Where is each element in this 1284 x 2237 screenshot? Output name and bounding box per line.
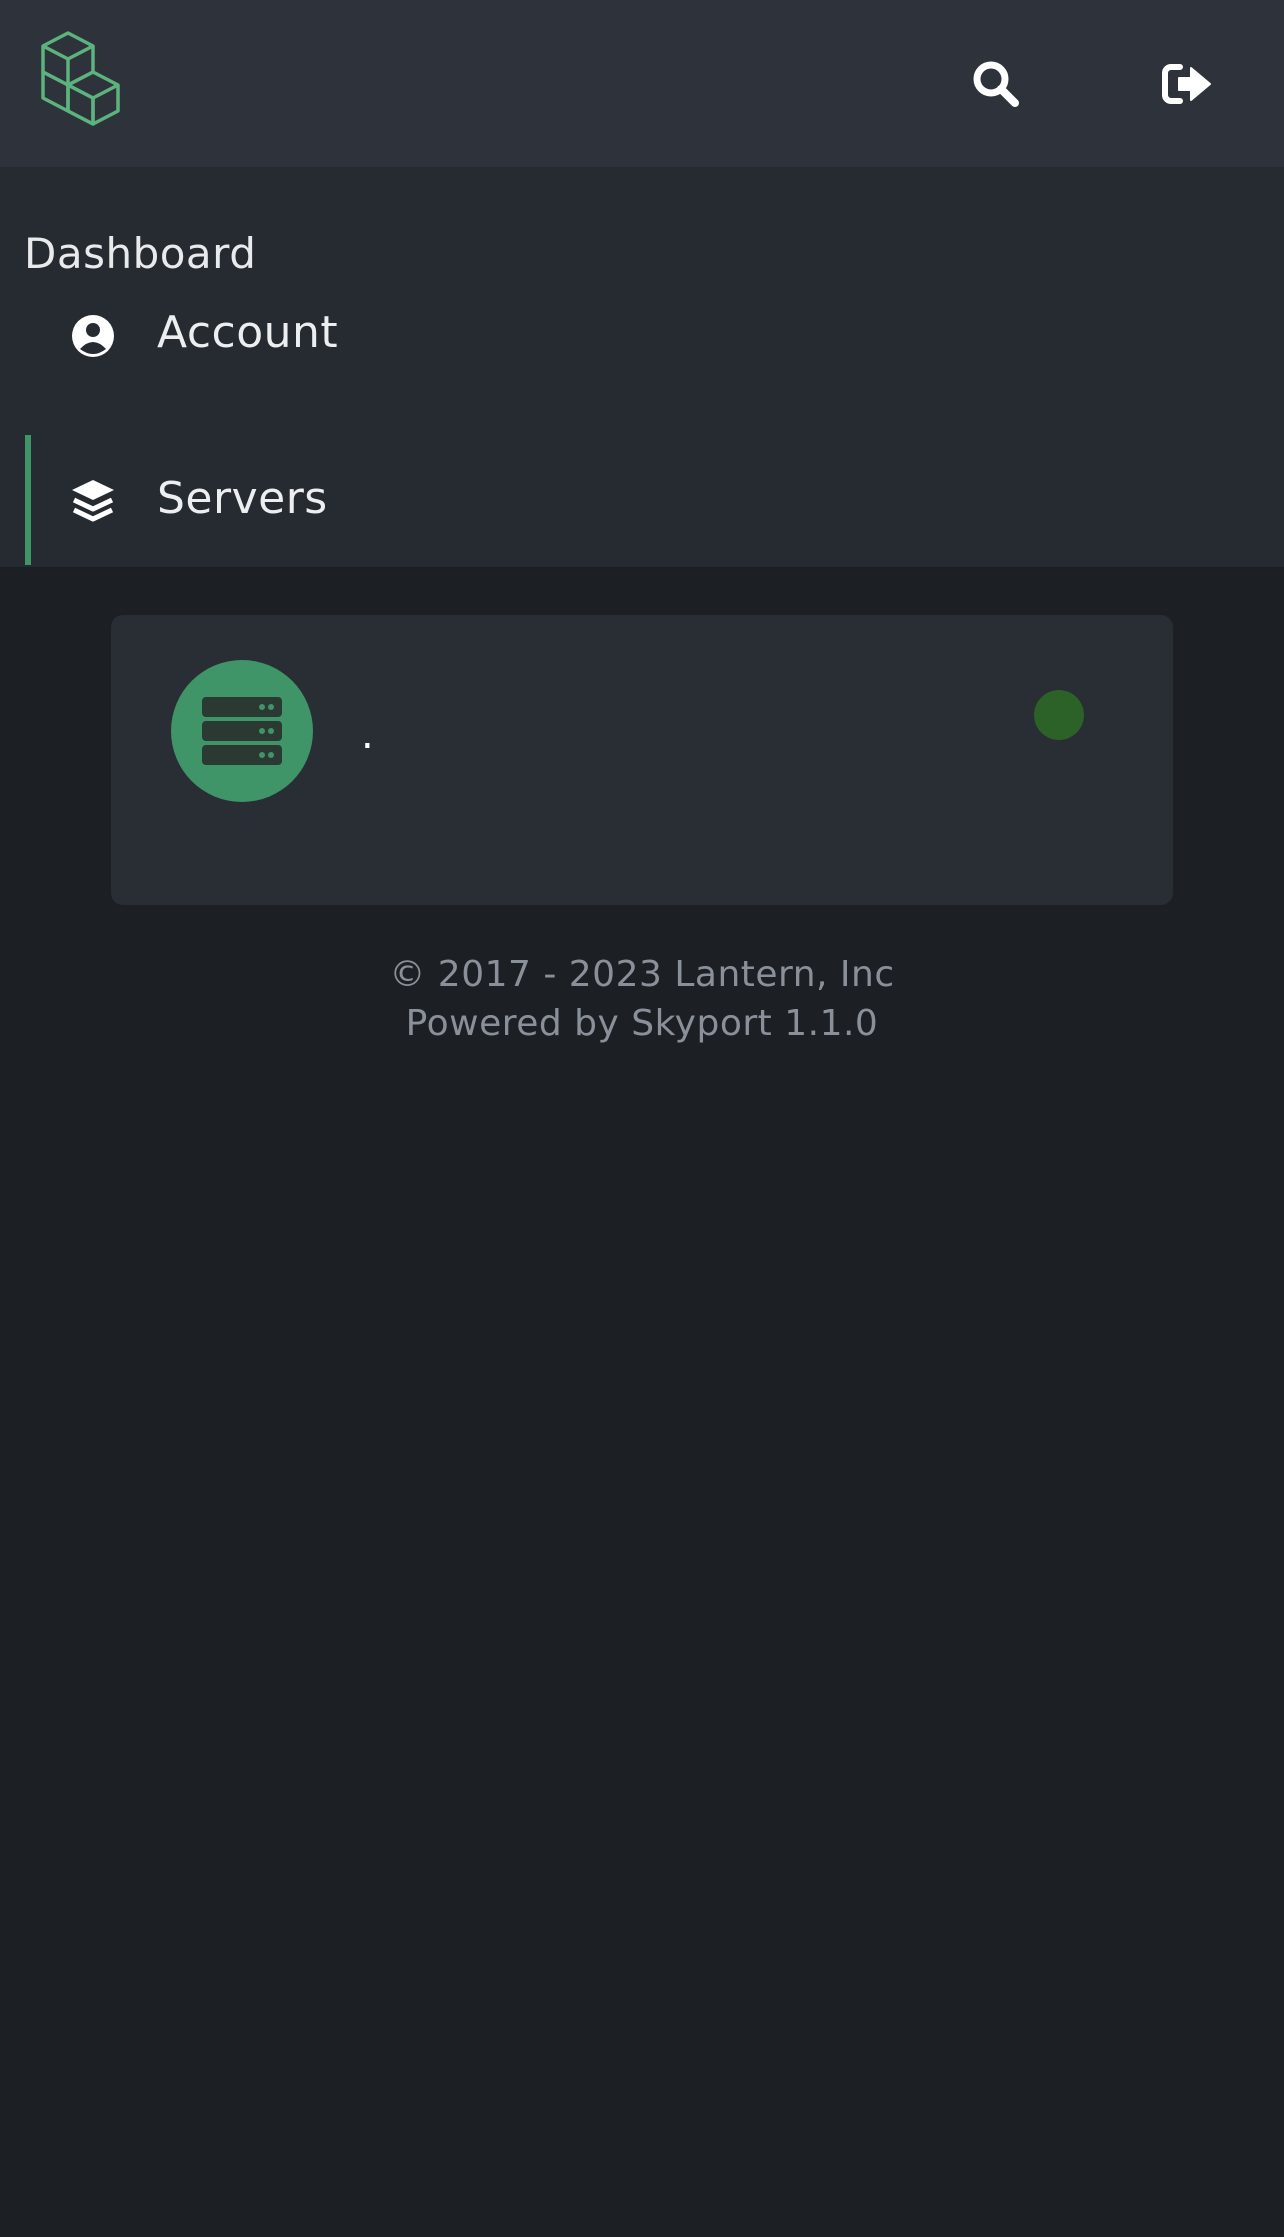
nav-item-account[interactable]: Account <box>0 283 1284 413</box>
nav-heading: Dashboard <box>24 229 257 278</box>
footer: © 2017 - 2023 Lantern, Inc Powered by Sk… <box>0 950 1284 1048</box>
powered-by-text: Powered by Skyport 1.1.0 <box>405 1003 879 1044</box>
sign-out-icon <box>1162 64 1211 104</box>
nav-item-account-label: Account <box>157 307 339 358</box>
nav-item-servers-label: Servers <box>157 473 328 524</box>
logout-button[interactable] <box>1148 44 1228 124</box>
nav-item-servers[interactable]: Servers <box>0 435 1284 565</box>
layers-icon <box>72 480 114 522</box>
status-indicator <box>1034 690 1084 740</box>
top-bar <box>0 0 1284 167</box>
server-name: . <box>361 712 374 758</box>
search-icon <box>973 61 1019 107</box>
sidebar-nav: Dashboard Account Servers <box>0 167 1284 567</box>
search-button[interactable] <box>956 44 1036 124</box>
server-card[interactable]: . <box>111 615 1173 905</box>
copyright-text: © 2017 - 2023 Lantern, Inc <box>389 954 895 995</box>
active-indicator <box>25 435 31 565</box>
cubes-logo-icon[interactable] <box>40 30 126 138</box>
user-circle-icon <box>72 315 114 357</box>
server-icon <box>202 697 282 765</box>
server-avatar <box>171 660 313 802</box>
